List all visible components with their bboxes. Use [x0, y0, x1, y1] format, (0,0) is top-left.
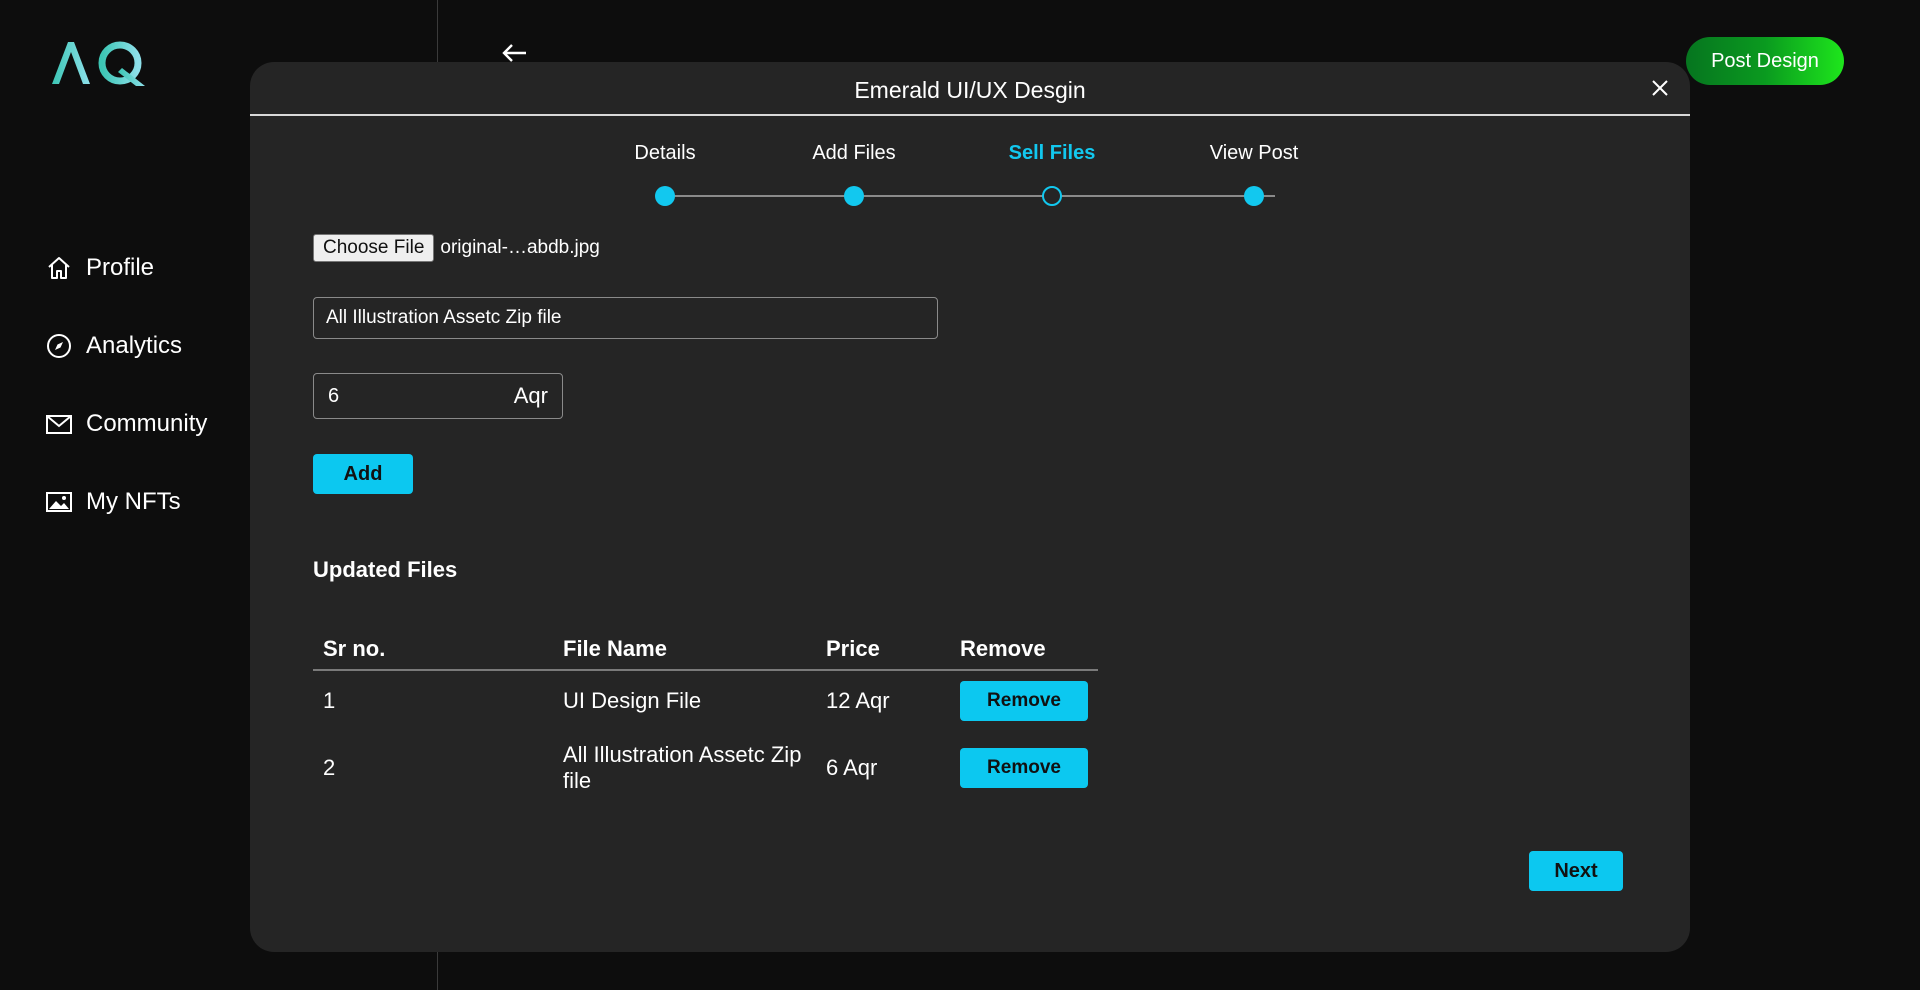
sidebar-item-my-nfts[interactable]: My NFTs	[44, 482, 207, 522]
modal-title: Emerald UI/UX Desgin	[854, 76, 1086, 103]
column-header-price: Price	[816, 628, 950, 671]
choose-file-button[interactable]: Choose File	[313, 234, 435, 262]
aq-logo[interactable]	[50, 36, 150, 88]
step-label-details[interactable]: Details	[634, 142, 695, 165]
step-dot-sell-files[interactable]	[1042, 186, 1062, 206]
cell-file-name: UI Design File	[563, 687, 702, 713]
cell-file-name: All Illustration Assetc Zip file	[563, 742, 802, 793]
sidebar-item-label: My NFTs	[86, 488, 181, 515]
price-unit: Aqr	[513, 383, 548, 408]
price-field: Aqr	[313, 373, 563, 419]
table-row: 2 All Illustration Assetc Zip file 6 Aqr…	[313, 730, 1098, 806]
step-dot-details[interactable]	[655, 186, 675, 206]
sidebar-nav: Profile Analytics Community My NFTs	[44, 248, 207, 560]
remove-button[interactable]: Remove	[960, 748, 1088, 788]
price-input[interactable]	[314, 374, 514, 418]
step-label-add-files[interactable]: Add Files	[812, 142, 895, 165]
sidebar-item-label: Analytics	[86, 332, 183, 359]
file-chooser: Choose File original-…abdb.jpg	[313, 234, 600, 262]
sidebar-item-label: Community	[86, 410, 208, 437]
post-design-button[interactable]: Post Design	[1686, 37, 1844, 85]
updated-files-table: Sr no. File Name Price Remove 1 UI Desig…	[313, 628, 1098, 806]
close-icon	[1652, 80, 1668, 96]
modal-header: Emerald UI/UX Desgin	[250, 62, 1690, 116]
step-label-sell-files[interactable]: Sell Files	[1009, 142, 1096, 165]
next-button[interactable]: Next	[1529, 851, 1623, 891]
sidebar-item-analytics[interactable]: Analytics	[44, 326, 207, 366]
cell-price: 12 Aqr	[826, 687, 890, 713]
home-icon	[44, 253, 74, 283]
mail-icon	[44, 409, 74, 439]
sidebar-item-label: Profile	[86, 254, 155, 281]
add-button[interactable]: Add	[313, 454, 413, 494]
cell-price: 6 Aqr	[826, 755, 878, 780]
table-row: 1 UI Design File 12 Aqr Remove	[313, 670, 1098, 730]
step-label-view-post[interactable]: View Post	[1210, 142, 1299, 165]
selected-file-name: original-…abdb.jpg	[440, 237, 600, 258]
cell-remove: Remove	[950, 670, 1098, 730]
column-header-sr-no: Sr no.	[313, 628, 553, 671]
step-dot-view-post[interactable]	[1244, 186, 1264, 206]
remove-button[interactable]: Remove	[960, 680, 1088, 721]
updated-files-title: Updated Files	[313, 557, 458, 582]
column-header-file-name: File Name	[553, 628, 816, 671]
cell-sr-no: 1	[323, 687, 336, 713]
step-dot-add-files[interactable]	[844, 186, 864, 206]
cell-remove: Remove	[950, 730, 1098, 806]
sidebar-item-community[interactable]: Community	[44, 404, 207, 444]
aq-logo-icon	[52, 41, 145, 86]
close-button[interactable]	[1644, 72, 1676, 104]
table-header-row: Sr no. File Name Price Remove	[313, 628, 1098, 671]
image-icon	[44, 487, 74, 517]
stepper-line	[665, 195, 1275, 197]
compass-icon	[44, 331, 74, 361]
cell-sr-no: 2	[323, 755, 336, 780]
sidebar-item-profile[interactable]: Profile	[44, 248, 207, 288]
file-title-input[interactable]	[313, 297, 938, 339]
column-header-remove: Remove	[950, 628, 1098, 671]
